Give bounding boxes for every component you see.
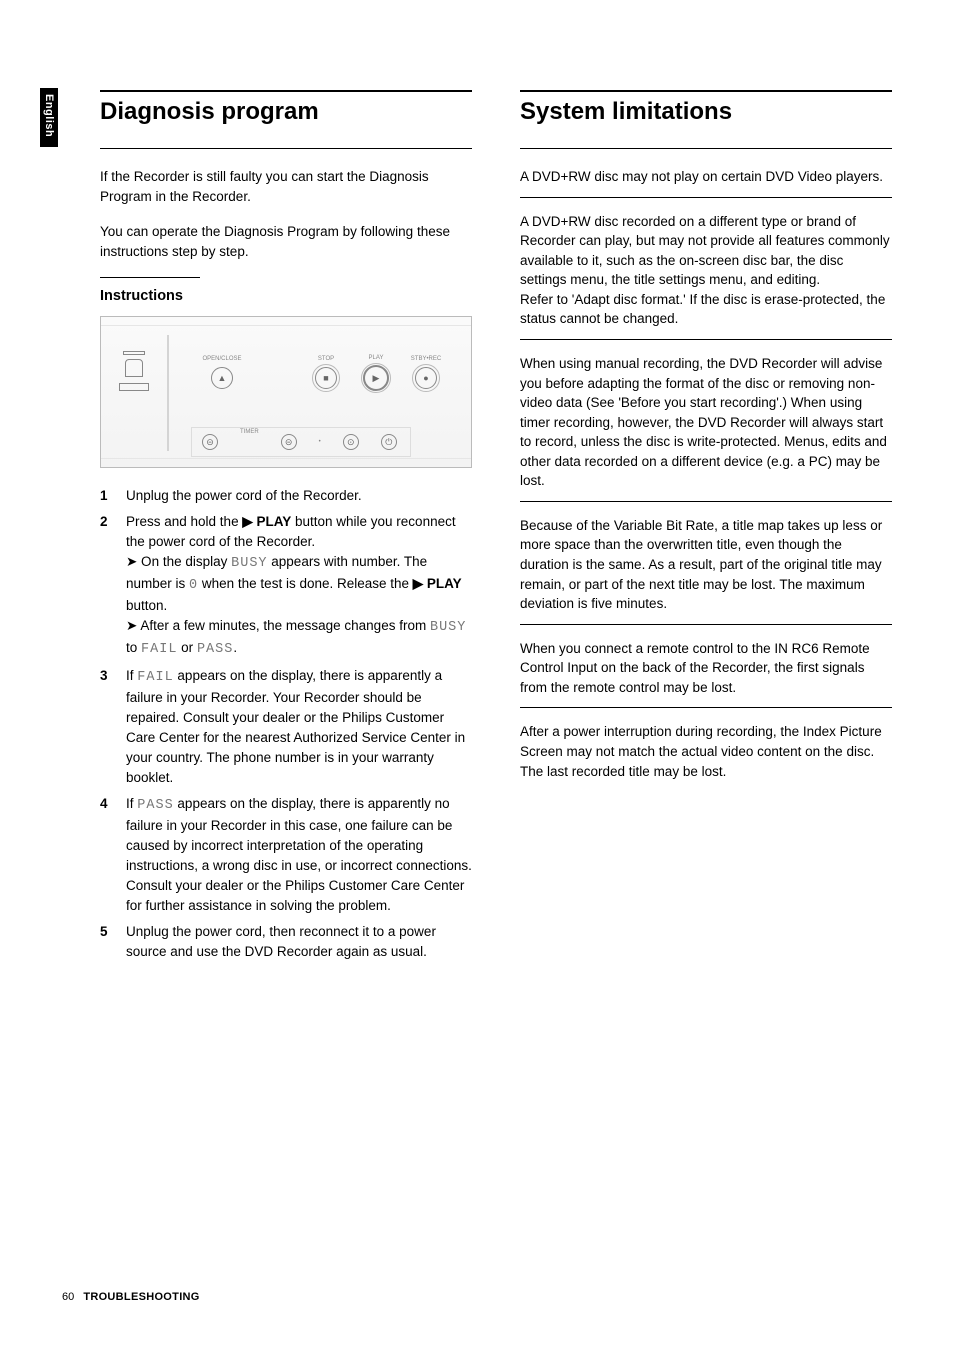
play-button-icon: PLAY▶	[363, 365, 389, 391]
step-1: 1Unplug the power cord of the Recorder.	[100, 486, 472, 506]
stop-button-icon: STOP■	[315, 367, 337, 389]
heading-underline	[100, 148, 472, 149]
zero-display: 0	[189, 578, 198, 593]
syslim-p3: When using manual recording, the DVD Rec…	[520, 354, 892, 502]
page-footer: 60 TROUBLESHOOTING	[62, 1291, 200, 1303]
fail-display: FAIL	[141, 642, 177, 657]
language-tab: English	[40, 88, 58, 147]
diagnosis-heading: Diagnosis program	[100, 90, 472, 126]
instructions-subheading: Instructions	[100, 288, 472, 304]
step-4: 4If PASS appears on the display, there i…	[100, 794, 472, 916]
open-close-button-icon: OPEN/CLOSE▲	[211, 367, 233, 389]
step-2: 2 Press and hold the ▶ PLAY button while…	[100, 512, 472, 660]
busy-display: BUSY	[231, 556, 267, 571]
recorder-device-diagram: OPEN/CLOSE▲ STOP■ PLAY▶ STBY•REC● ⊝ TIME…	[100, 316, 472, 468]
aux-button-icon: ⊙	[343, 434, 359, 450]
misc-label: •	[319, 439, 321, 445]
pass-display: PASS	[197, 642, 233, 657]
syslim-heading: System limitations	[520, 90, 892, 126]
step-3: 3If FAIL appears on the display, there i…	[100, 666, 472, 788]
page-number: 60	[62, 1291, 74, 1303]
timer-label: TIMER	[240, 429, 259, 435]
syslim-p4: Because of the Variable Bit Rate, a titl…	[520, 516, 892, 625]
diag-intro-1: If the Recorder is still faulty you can …	[100, 167, 472, 206]
heading-underline-right	[520, 148, 892, 149]
footer-section: TROUBLESHOOTING	[83, 1291, 199, 1303]
power-button-icon: ⏻	[381, 434, 397, 450]
instructions-list: 1Unplug the power cord of the Recorder. …	[100, 486, 472, 961]
skip-next-icon: ⊝	[281, 434, 297, 450]
skip-prev-icon: ⊝	[202, 434, 218, 450]
play-label: ▶ PLAY	[242, 514, 291, 529]
syslim-p6: After a power interruption during record…	[520, 722, 892, 781]
syslim-p2: A DVD+RW disc recorded on a different ty…	[520, 212, 892, 340]
diag-intro-2: You can operate the Diagnosis Program by…	[100, 222, 472, 261]
syslim-p1: A DVD+RW disc may not play on certain DV…	[520, 167, 892, 198]
step-5: 5Unplug the power cord, then reconnect i…	[100, 922, 472, 962]
disc-tray-icon	[113, 351, 157, 391]
stbyrec-button-icon: STBY•REC●	[415, 367, 437, 389]
arrow-icon: ➤ After a few minutes, the message chang…	[126, 618, 430, 633]
arrow-icon: ➤ On the display	[126, 554, 231, 569]
sub-rule	[100, 277, 200, 278]
syslim-p5: When you connect a remote control to the…	[520, 639, 892, 709]
